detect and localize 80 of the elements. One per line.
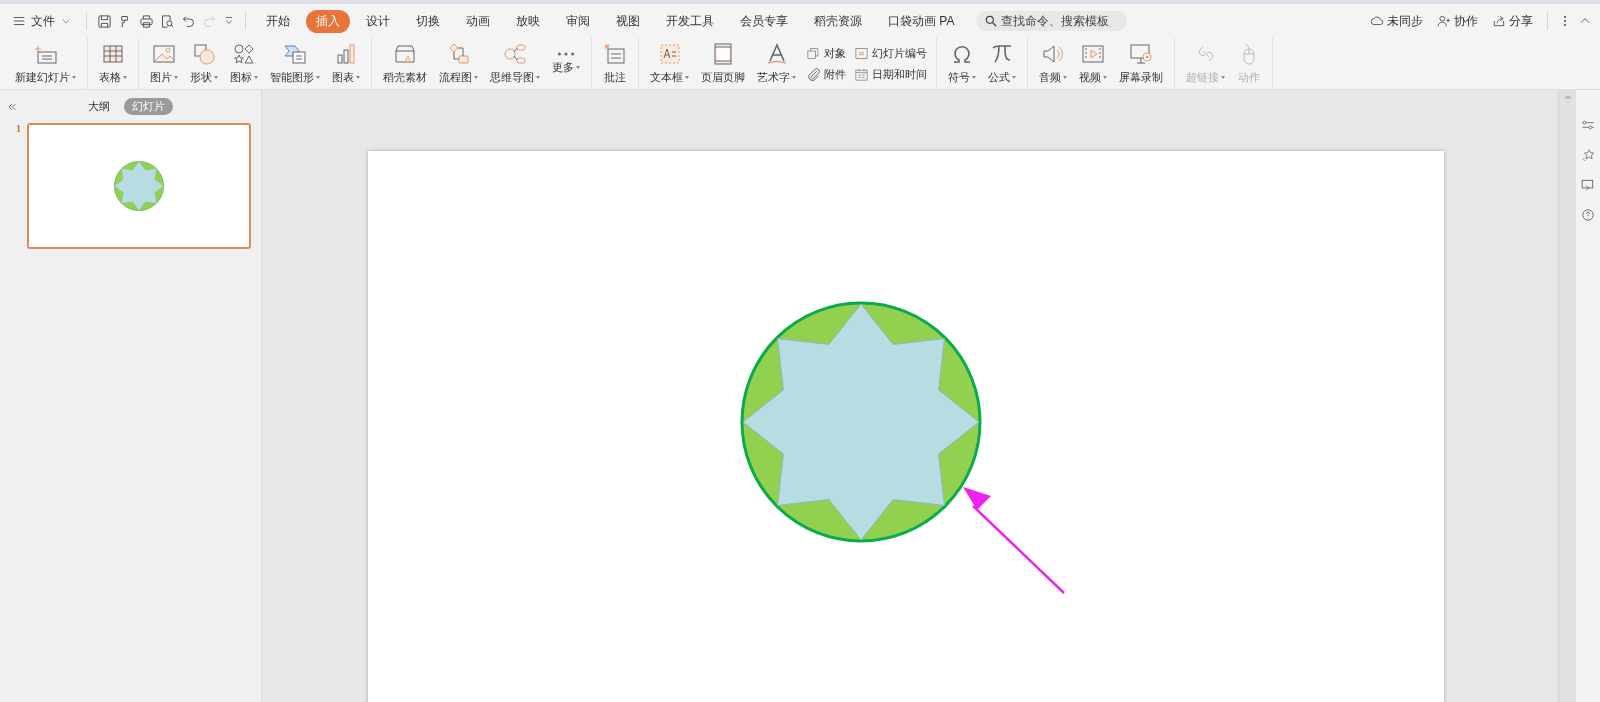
person-add-icon xyxy=(1437,14,1451,28)
ribbon-button[interactable]: 图标 xyxy=(225,38,263,89)
chart-icon xyxy=(334,42,358,66)
panel-tab[interactable]: 大纲 xyxy=(80,98,118,115)
text-box-icon xyxy=(657,42,682,66)
ribbon-button[interactable]: 批注 xyxy=(598,38,632,89)
slide-number: 1 xyxy=(16,123,21,136)
ribbon-tab[interactable]: 开发工具 xyxy=(656,9,724,33)
object-icon xyxy=(806,45,821,61)
redo-icon xyxy=(202,13,217,29)
screen-record-icon xyxy=(1129,42,1153,66)
octagram-circle-drawing xyxy=(113,160,165,212)
screen-icon xyxy=(1581,178,1595,192)
ribbon-button[interactable]: 智能图形 xyxy=(265,38,325,89)
video-icon xyxy=(1081,42,1105,66)
icons-icon xyxy=(232,42,256,66)
slide-thumbnail[interactable] xyxy=(27,123,251,249)
ribbon-tab[interactable]: 视图 xyxy=(606,9,650,33)
ribbon-tab[interactable]: 会员专享 xyxy=(730,9,798,33)
smart-graphic-icon xyxy=(283,42,307,66)
more-icon xyxy=(557,52,575,56)
cloud-icon xyxy=(1370,14,1384,28)
ribbon-button[interactable]: 日期和时间 xyxy=(851,65,930,83)
ribbon-tab[interactable]: 口袋动画 PA xyxy=(878,9,965,33)
toolbar-button[interactable]: 分享 xyxy=(1488,10,1537,32)
store-icon xyxy=(393,42,417,66)
calendar-icon xyxy=(854,66,869,82)
paperclip-icon xyxy=(806,66,821,82)
search-icon xyxy=(984,14,999,28)
ribbon-tab[interactable]: 稻壳资源 xyxy=(804,9,872,33)
ribbon-button[interactable]: 屏幕录制 xyxy=(1114,38,1168,89)
ribbon-button[interactable]: 音频 xyxy=(1034,38,1072,89)
slide-number-icon xyxy=(854,45,869,61)
ribbon-button[interactable]: 图片 xyxy=(145,38,183,89)
ribbon-button[interactable]: 幻灯片编号 xyxy=(851,44,930,62)
toolbar-button[interactable]: 未同步 xyxy=(1366,10,1427,32)
toolbar-button[interactable]: 协作 xyxy=(1433,10,1482,32)
undo-icon xyxy=(181,13,196,29)
table-icon xyxy=(101,42,125,66)
help-icon xyxy=(1581,208,1595,222)
scrollbar[interactable] xyxy=(1558,90,1576,702)
header-footer-icon xyxy=(711,42,735,66)
menu-icon xyxy=(12,14,26,28)
octagram-circle-drawing[interactable] xyxy=(740,301,982,543)
print-icon xyxy=(139,13,154,29)
ribbon-button[interactable]: 符号 xyxy=(943,38,981,89)
comment-icon xyxy=(603,42,627,66)
ribbon-button[interactable]: 表格 xyxy=(94,38,132,89)
ribbon-button[interactable]: 艺术字 xyxy=(752,38,801,89)
mind-map-icon xyxy=(503,42,527,66)
star-icon xyxy=(1581,148,1595,162)
shapes-icon xyxy=(192,42,216,66)
save-icon xyxy=(97,13,112,29)
ribbon-button[interactable]: 稻壳素材 xyxy=(378,38,432,89)
ribbon-tab[interactable]: 放映 xyxy=(506,9,550,33)
share-icon xyxy=(1492,14,1506,28)
ribbon-button[interactable]: 形状 xyxy=(185,38,223,89)
ribbon-button[interactable]: 附件 xyxy=(803,65,849,83)
customize-caret-icon xyxy=(223,15,235,27)
ribbon-button[interactable]: 文本框 xyxy=(645,38,694,89)
ribbon-tab[interactable]: 设计 xyxy=(356,9,400,33)
ribbon-tab[interactable]: 动画 xyxy=(456,9,500,33)
ribbon-button[interactable]: 公式 xyxy=(983,38,1021,89)
search-field[interactable]: 查找命令、搜索模板 xyxy=(976,11,1128,31)
sliders-icon xyxy=(1581,118,1595,132)
print-preview-icon xyxy=(160,13,175,29)
ribbon-button[interactable]: 页眉页脚 xyxy=(696,38,750,89)
speaker-icon xyxy=(1041,42,1065,66)
image-icon xyxy=(152,42,176,66)
ribbon-button[interactable]: 思维导图 xyxy=(485,38,545,89)
ribbon-button[interactable]: 新建幻灯片 xyxy=(10,38,81,89)
ribbon-button[interactable]: 图表 xyxy=(327,38,365,89)
ribbon-tab[interactable]: 切换 xyxy=(406,9,450,33)
ribbon-button[interactable]: 对象 xyxy=(803,44,849,62)
ribbon-tab[interactable]: 开始 xyxy=(256,9,300,33)
ribbon-button[interactable]: 更多 xyxy=(547,38,585,89)
ribbon-button[interactable]: 视频 xyxy=(1074,38,1112,89)
file-menu[interactable]: 文件 xyxy=(8,10,76,32)
ribbon-tab[interactable]: 审阅 xyxy=(556,9,600,33)
ribbon-button[interactable]: 流程图 xyxy=(434,38,483,89)
